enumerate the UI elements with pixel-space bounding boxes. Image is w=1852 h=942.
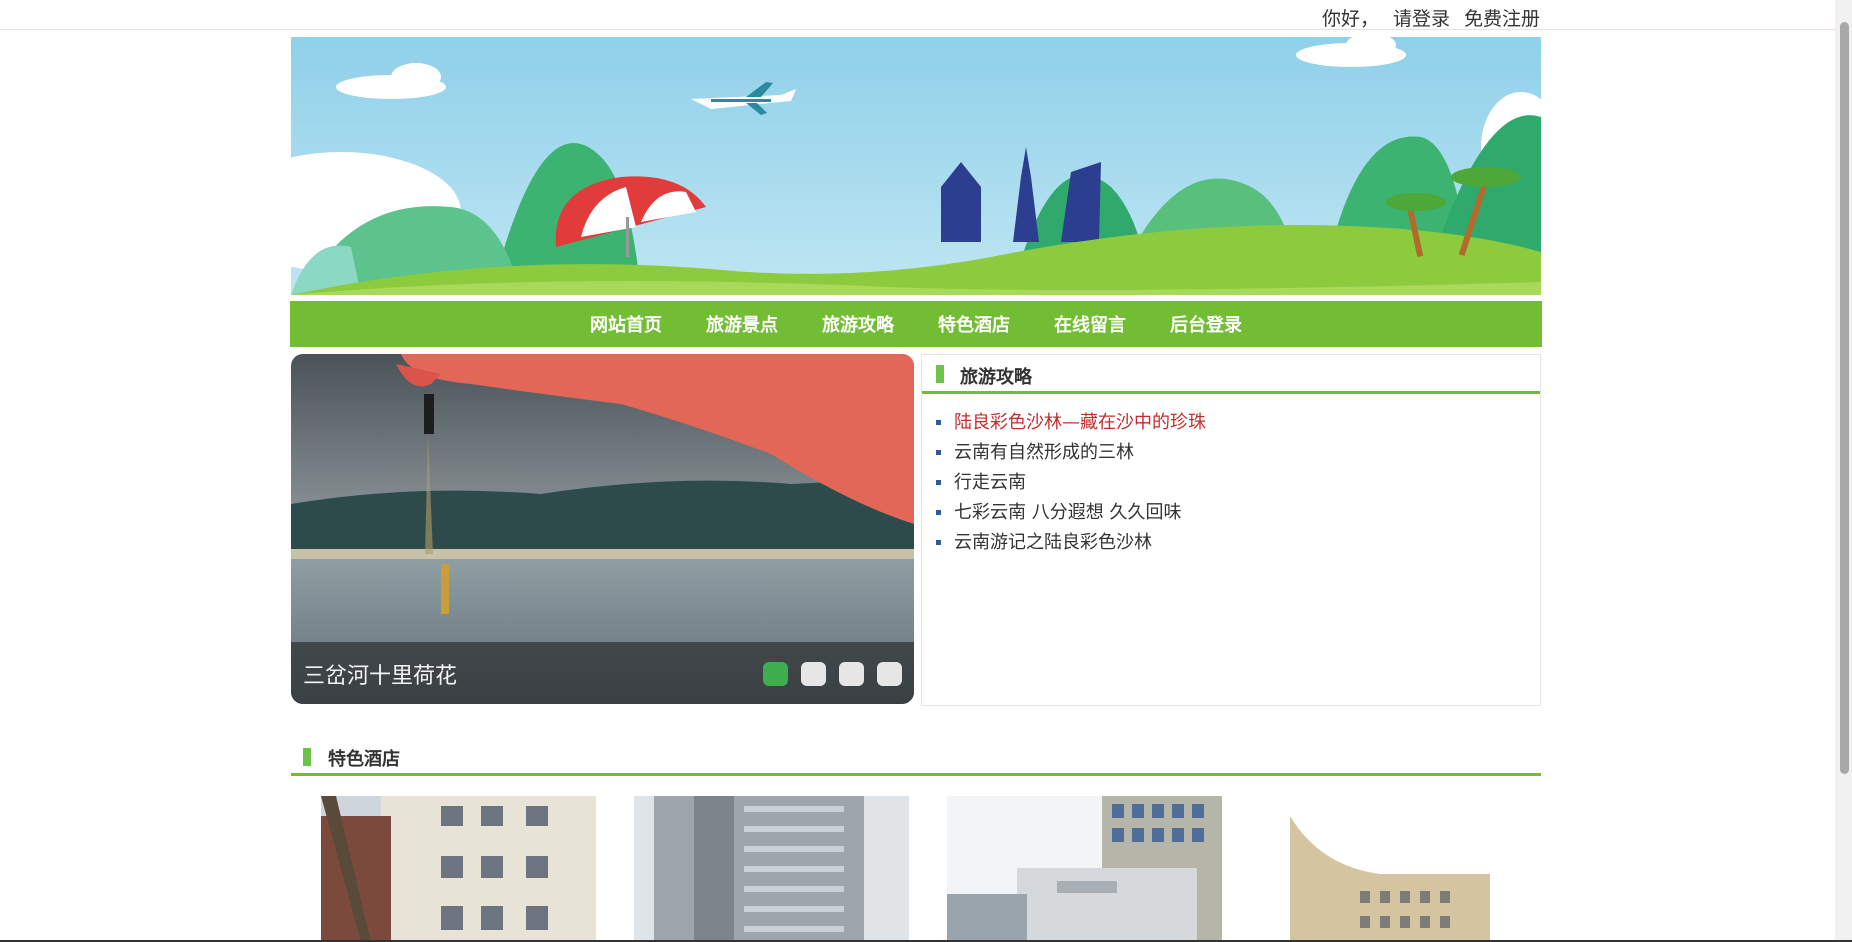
slider-dot-1[interactable] — [763, 662, 788, 686]
guide-item[interactable]: 云南游记之陆良彩色沙林 — [936, 528, 1540, 558]
section-marker — [936, 365, 944, 383]
slider-dot-2[interactable] — [801, 662, 826, 686]
guide-list: 陆良彩色沙林—藏在沙中的珍珠 云南有自然形成的三林 行走云南 七彩云南 八分遐想… — [922, 394, 1540, 558]
banner-illustration — [291, 37, 1541, 295]
slider-dot-3[interactable] — [839, 662, 864, 686]
register-link[interactable]: 免费注册 — [1464, 8, 1540, 30]
travel-guides-panel: 旅游攻略 陆良彩色沙林—藏在沙中的珍珠 云南有自然形成的三林 行走云南 七彩云南… — [921, 354, 1541, 706]
airplane-icon — [691, 82, 796, 115]
nav-admin-login[interactable]: 后台登录 — [1170, 311, 1242, 337]
top-bar: 你好， 请登录 免费注册 — [0, 0, 1835, 30]
hotels-section-header: 特色酒店 — [291, 738, 1541, 776]
image-slider[interactable]: 三岔河十里荷花 — [291, 354, 914, 704]
user-links: 你好， 请登录 免费注册 — [1322, 4, 1540, 31]
panel-header: 旅游攻略 — [922, 355, 1540, 394]
nav-travel-guides[interactable]: 旅游攻略 — [822, 311, 894, 337]
nav-hotels[interactable]: 特色酒店 — [938, 311, 1010, 337]
slide-caption: 三岔河十里荷花 — [303, 664, 458, 689]
hotel-image — [1260, 796, 1535, 942]
hotel-image — [634, 796, 909, 942]
guide-item[interactable]: 云南有自然形成的三林 — [936, 438, 1540, 468]
section-title: 特色酒店 — [328, 749, 400, 770]
vertical-scrollbar[interactable] — [1835, 0, 1852, 942]
main-nav: 网站首页 旅游景点 旅游攻略 特色酒店 在线留言 后台登录 — [290, 301, 1542, 347]
hotel-image — [947, 796, 1222, 942]
slider-dots — [750, 662, 902, 686]
hotel-image — [321, 796, 596, 942]
nav-message-board[interactable]: 在线留言 — [1054, 311, 1126, 337]
greeting-text: 你好， — [1321, 8, 1379, 30]
section-marker — [303, 748, 311, 766]
guide-item[interactable]: 七彩云南 八分遐想 久久回味 — [936, 498, 1540, 528]
hotel-card-4[interactable] — [1260, 796, 1535, 942]
guide-item[interactable]: 行走云南 — [936, 468, 1540, 498]
header-banner — [291, 37, 1541, 295]
nav-home[interactable]: 网站首页 — [590, 311, 662, 337]
login-link[interactable]: 请登录 — [1393, 8, 1450, 30]
guide-item[interactable]: 陆良彩色沙林—藏在沙中的珍珠 — [936, 408, 1540, 438]
panel-title: 旅游攻略 — [960, 367, 1032, 388]
scrollbar-thumb[interactable] — [1840, 22, 1849, 774]
nav-attractions[interactable]: 旅游景点 — [706, 311, 778, 337]
hotel-card-3[interactable] — [947, 796, 1222, 942]
slider-dot-4[interactable] — [877, 662, 902, 686]
hotel-card-2[interactable] — [634, 796, 909, 942]
slide-caption-bar: 三岔河十里荷花 — [291, 642, 914, 704]
hotel-card-1[interactable] — [321, 796, 596, 942]
